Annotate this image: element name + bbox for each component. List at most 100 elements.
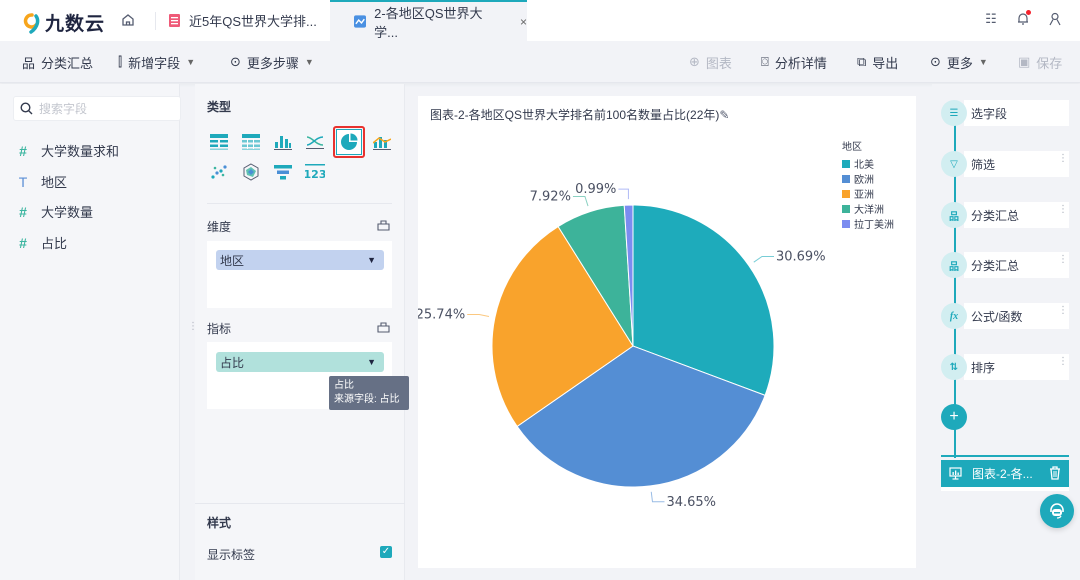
group-table-type-button[interactable] — [240, 131, 262, 153]
step-formula[interactable]: fx 公式/函数 ⋮ — [941, 303, 1069, 329]
step-menu-icon[interactable]: ⋮ — [1058, 306, 1068, 316]
group-icon: 品 — [941, 252, 967, 278]
close-icon[interactable]: × — [520, 15, 527, 29]
field-item[interactable]: # 大学数量 — [17, 202, 93, 221]
combo-chart-icon — [373, 137, 391, 150]
scatter-chart-type-button[interactable] — [208, 161, 230, 183]
step-select-fields[interactable]: ☰ 选字段 — [941, 100, 1069, 126]
step-group-summary[interactable]: 品 分类汇总 ⋮ — [941, 252, 1069, 278]
customer-service-button[interactable] — [1040, 494, 1074, 528]
caret-down-icon: ▼ — [186, 57, 196, 67]
chart-title[interactable]: 图表-2-各地区QS世界大学排名前100名数量占比(22年)✎ — [430, 106, 729, 123]
clear-icon[interactable] — [377, 220, 390, 231]
legend-swatch — [842, 189, 850, 198]
pie-chart-type-button[interactable] — [333, 126, 365, 158]
clear-icon[interactable] — [377, 322, 390, 333]
user-icon[interactable] — [1048, 12, 1062, 26]
radar-chart-type-button[interactable] — [240, 161, 262, 183]
svg-text:123: 123 — [305, 168, 325, 180]
line-chart-type-button[interactable] — [304, 131, 326, 153]
kpi-number-type-button[interactable]: 123 — [304, 161, 326, 183]
chart-card: 30.69% 34.65% 25.74% 7.92% 0.99% 图表-2-各地区QS世… — [418, 96, 916, 568]
button-label: 更多 — [946, 55, 973, 71]
step-group-summary[interactable]: 品 分类汇总 ⋮ — [941, 202, 1069, 228]
step-menu-icon[interactable]: ⋮ — [1058, 205, 1068, 215]
detail-table-type-button[interactable] — [208, 131, 230, 153]
notification-dot — [1026, 10, 1031, 15]
legend-item[interactable]: 大洋洲 — [842, 201, 894, 216]
dimension-section-title: 维度 — [207, 220, 232, 234]
step-menu-icon[interactable]: ⋮ — [1058, 154, 1068, 164]
task-list-icon[interactable]: ☷ — [984, 12, 998, 26]
bar-chart-type-button[interactable] — [272, 131, 294, 153]
legend-label: 亚洲 — [854, 190, 874, 201]
dimension-field-pill[interactable]: 地区 ▼ — [216, 250, 384, 270]
add-step-button[interactable]: + — [941, 404, 967, 430]
data-label: 30.69% — [776, 250, 826, 265]
show-label-checkbox[interactable]: ✓ — [380, 546, 392, 558]
button-label: 保存 — [1036, 55, 1063, 71]
tab-label: 2-各地区QS世界大学... — [374, 5, 483, 40]
chart-result-item[interactable]: 图表-2-各... — [941, 460, 1069, 487]
step-sort[interactable]: ⇅ 排序 ⋮ — [941, 354, 1069, 380]
tab-chart-active[interactable]: 2-各地区QS世界大学... × — [330, 0, 527, 41]
analysis-details-button[interactable]: ⌼ 分析详情 — [761, 41, 827, 83]
caret-down-icon[interactable]: ▼ — [367, 357, 376, 367]
field-label: 占比 — [41, 236, 68, 251]
combo-chart-type-button[interactable] — [371, 131, 393, 153]
legend-item[interactable]: 拉丁美洲 — [842, 216, 894, 231]
data-label: 34.65% — [666, 495, 716, 510]
field-item[interactable]: # 占比 — [17, 233, 67, 252]
more-button[interactable]: ⊙ 更多 ▼ — [930, 41, 988, 83]
toolbar: 品 分类汇总 ⫿ 新增字段 ▼ ⊙ 更多步骤 ▼ ⊕ 图表 ⌼ 分析详情 ⧉ 导… — [0, 41, 1080, 83]
field-label: 大学数量 — [41, 205, 94, 220]
step-menu-icon[interactable]: ⋮ — [1058, 255, 1068, 265]
data-label: 7.92% — [530, 190, 571, 205]
panel-resize-handle[interactable]: ⋮ — [188, 322, 198, 337]
measure-field-pill[interactable]: 占比 ▼ — [216, 352, 384, 372]
funnel-chart-type-button[interactable] — [272, 161, 294, 183]
chart-legend: 地区 北美 欧洲 亚洲 大洋洲 拉丁美洲 — [842, 138, 894, 231]
tab-divider — [155, 12, 156, 30]
add-field-button[interactable]: ⫿ 新增字段 ▼ — [118, 41, 195, 83]
edit-icon[interactable]: ✎ — [719, 108, 729, 122]
bell-icon[interactable] — [1016, 10, 1031, 26]
step-menu-icon[interactable]: ⋮ — [1058, 357, 1068, 367]
home-icon[interactable] — [120, 12, 136, 28]
legend-item[interactable]: 北美 — [842, 156, 894, 171]
legend-item[interactable]: 欧洲 — [842, 171, 894, 186]
dimension-drop-zone[interactable]: 地区 ▼ — [207, 241, 392, 308]
logo[interactable]: 九数云 — [22, 9, 105, 36]
caret-down-icon: ▼ — [304, 57, 314, 67]
tab-sheet[interactable]: 近5年QS世界大学排... × — [168, 0, 346, 41]
chart-button[interactable]: ⊕ 图表 — [689, 41, 732, 83]
legend-item[interactable]: 亚洲 — [842, 186, 894, 201]
search-input[interactable]: 搜索字段 — [13, 96, 181, 121]
trash-icon[interactable] — [1049, 466, 1061, 480]
export-button[interactable]: ⧉ 导出 — [857, 41, 898, 83]
headset-icon — [1050, 503, 1064, 519]
step-label: 选字段 — [971, 106, 1008, 121]
tooltip-title: 占比 — [334, 380, 354, 391]
select-fields-icon: ☰ — [941, 100, 967, 126]
legend-label: 欧洲 — [854, 175, 874, 186]
data-label: 0.99% — [575, 182, 616, 197]
scatter-chart-icon — [211, 165, 227, 179]
step-filter[interactable]: ▽ 筛选 ⋮ — [941, 151, 1069, 177]
more-steps-button[interactable]: ⊙ 更多步骤 ▼ — [230, 41, 314, 83]
divider — [207, 203, 392, 204]
caret-down-icon[interactable]: ▼ — [367, 255, 376, 265]
field-item[interactable]: # 大学数量求和 — [17, 141, 119, 160]
caret-down-icon: ▼ — [978, 57, 988, 67]
field-item[interactable]: T 地区 — [17, 172, 67, 191]
step-label: 排序 — [971, 360, 996, 375]
save-button[interactable]: ▣ 保存 — [1018, 41, 1062, 83]
fx-icon: fx — [941, 303, 967, 329]
group-summary-button[interactable]: 品 分类汇总 — [22, 41, 93, 83]
tooltip-source: 来源字段: 占比 — [334, 394, 400, 405]
number-type-icon: # — [19, 203, 27, 220]
text-type-icon: T — [18, 173, 28, 190]
pie-chart-icon — [341, 133, 358, 150]
top-bar: 九数云 近5年QS世界大学排... × 2-各地区QS世界大学... × ☷ — [0, 0, 1080, 41]
style-section-title: 样式 — [207, 516, 232, 530]
